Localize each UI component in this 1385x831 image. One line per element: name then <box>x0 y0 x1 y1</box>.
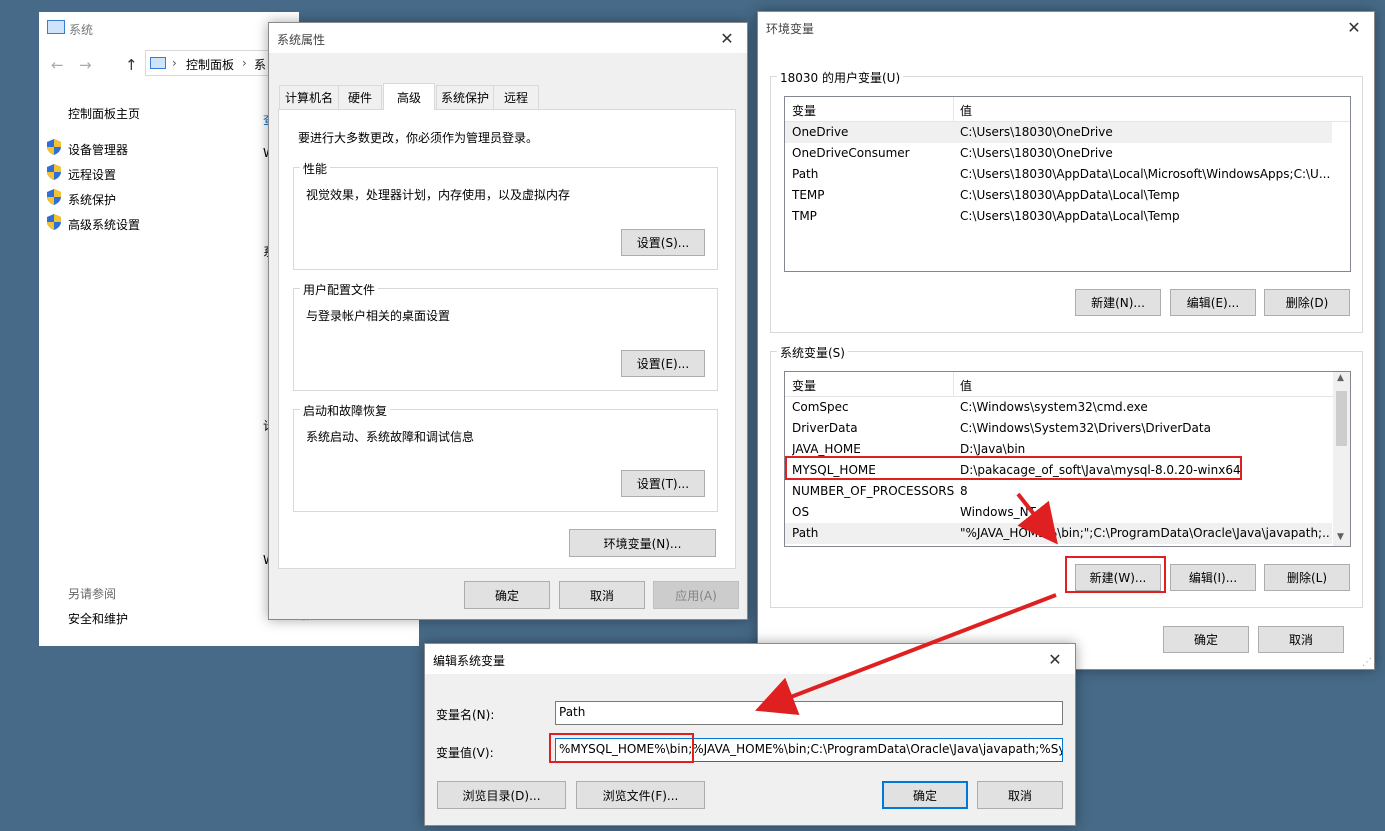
annotation-arrows <box>755 492 1058 716</box>
tab-label: 高级 <box>396 90 421 105</box>
tab-advanced[interactable]: 高级 <box>383 83 435 110</box>
annotation-arrow-to-edit <box>755 593 1057 716</box>
annotation-arrow-to-new <box>1016 492 1058 545</box>
